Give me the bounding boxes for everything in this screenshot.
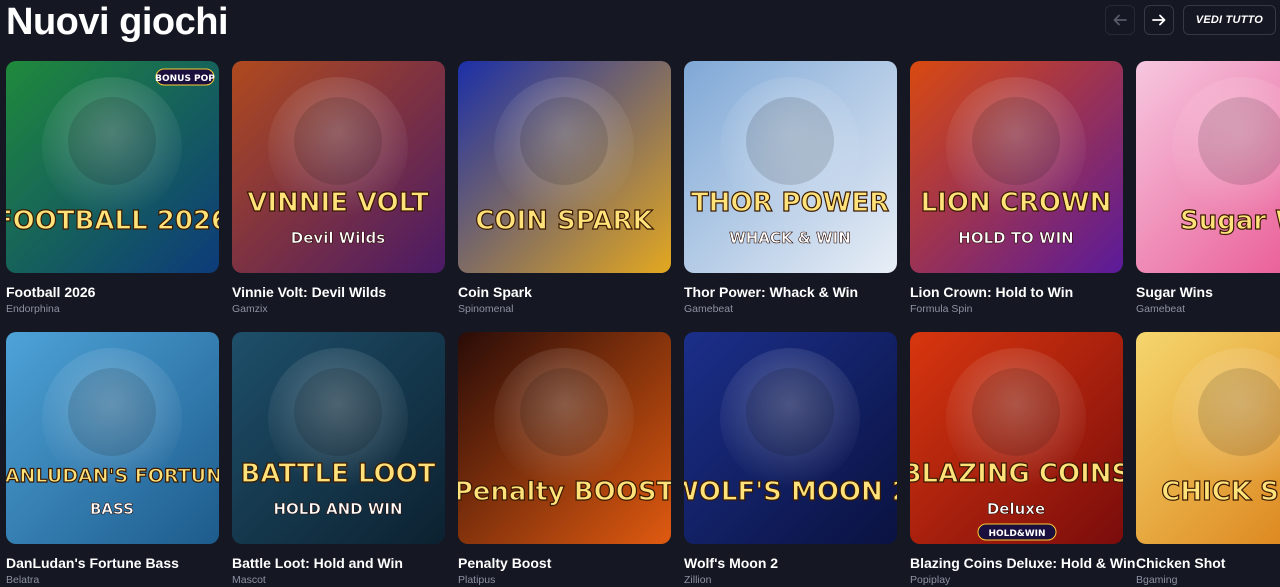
- game-title[interactable]: Wolf's Moon 2: [684, 554, 897, 572]
- game-artwork: LION CROWN HOLD TO WIN: [910, 61, 1123, 273]
- game-provider: Zillion: [684, 574, 712, 586]
- game-thumbnail[interactable]: LION CROWN HOLD TO WIN: [910, 61, 1123, 273]
- carousel-controls: VEDI TUTTO: [1104, 5, 1276, 35]
- carousel-next-button[interactable]: [1143, 5, 1174, 35]
- games-row: FOOTBALL 2026 BONUS POP Football 2026 En…: [6, 61, 1280, 316]
- game-card[interactable]: CHICK SHO Chicken Shot Bgaming: [1136, 332, 1280, 587]
- game-thumbnail[interactable]: WOLF'S MOON 2: [684, 332, 897, 544]
- game-thumbnail[interactable]: Sugar W: [1136, 61, 1280, 273]
- game-art-title: CHICK SHO: [1161, 477, 1280, 507]
- game-thumbnail[interactable]: VINNIE VOLT Devil Wilds: [232, 61, 445, 273]
- game-card[interactable]: BLAZING COINS Deluxe HOLD&WIN Blazing Co…: [910, 332, 1135, 587]
- game-title[interactable]: Battle Loot: Hold and Win: [232, 554, 445, 572]
- game-art-badge-text: BONUS POP: [155, 74, 215, 84]
- game-card[interactable]: LION CROWN HOLD TO WIN Lion Crown: Hold …: [910, 61, 1123, 316]
- game-art-title: DANLUDAN'S FORTUNE: [6, 465, 219, 487]
- game-art-title: WOLF'S MOON 2: [684, 477, 897, 507]
- game-art-title: FOOTBALL 2026: [6, 206, 219, 236]
- game-card[interactable]: WOLF'S MOON 2 Wolf's Moon 2 Zillion: [684, 332, 897, 587]
- game-artwork: BATTLE LOOT HOLD AND WIN: [232, 332, 445, 544]
- game-provider: Gamzix: [232, 303, 268, 315]
- game-provider: Endorphina: [6, 303, 60, 315]
- game-artwork: BLAZING COINS Deluxe HOLD&WIN: [910, 332, 1123, 544]
- game-art-title: LION CROWN: [921, 188, 1112, 218]
- game-title[interactable]: Lion Crown: Hold to Win: [910, 283, 1123, 301]
- game-art-title: THOR POWER: [691, 188, 889, 218]
- game-artwork: FOOTBALL 2026 BONUS POP: [6, 61, 219, 273]
- game-artwork: CHICK SHO: [1136, 332, 1280, 544]
- game-thumbnail[interactable]: BATTLE LOOT HOLD AND WIN: [232, 332, 445, 544]
- game-artwork: Penalty BOOST: [458, 332, 671, 544]
- game-art-title: Sugar W: [1180, 206, 1280, 236]
- game-title[interactable]: DanLudan's Fortune Bass: [6, 554, 219, 572]
- game-thumbnail[interactable]: Penalty BOOST: [458, 332, 671, 544]
- games-row: DANLUDAN'S FORTUNE BASS DanLudan's Fortu…: [6, 332, 1280, 587]
- arrow-left-icon: [1113, 14, 1127, 26]
- game-artwork: COIN SPARK: [458, 61, 671, 273]
- game-art-title: VINNIE VOLT: [247, 188, 429, 218]
- game-card[interactable]: THOR POWER WHACK & WIN Thor Power: Whack…: [684, 61, 897, 316]
- game-card[interactable]: VINNIE VOLT Devil Wilds Vinnie Volt: Dev…: [232, 61, 445, 316]
- game-provider: Belatra: [6, 574, 40, 586]
- game-thumbnail[interactable]: BLAZING COINS Deluxe HOLD&WIN: [910, 332, 1123, 544]
- game-title[interactable]: Sugar Wins: [1136, 283, 1280, 301]
- game-artwork: DANLUDAN'S FORTUNE BASS: [6, 332, 219, 544]
- game-art-subtitle: Deluxe: [987, 500, 1045, 518]
- game-card[interactable]: DANLUDAN'S FORTUNE BASS DanLudan's Fortu…: [6, 332, 219, 587]
- game-card[interactable]: COIN SPARK Coin Spark Spinomenal: [458, 61, 671, 316]
- game-art-subtitle: HOLD AND WIN: [273, 500, 402, 518]
- game-art-title: COIN SPARK: [475, 206, 653, 236]
- game-art-title: BATTLE LOOT: [241, 459, 436, 489]
- game-title[interactable]: Chicken Shot: [1136, 554, 1280, 572]
- game-provider: Bgaming: [1136, 574, 1178, 586]
- game-art-badge-text: HOLD&WIN: [988, 529, 1045, 539]
- game-art-subtitle: Devil Wilds: [291, 229, 385, 247]
- game-thumbnail[interactable]: COIN SPARK: [458, 61, 671, 273]
- game-provider: Gamebeat: [684, 303, 734, 315]
- game-provider: Gamebeat: [1136, 303, 1186, 315]
- game-card[interactable]: Sugar W Sugar Wins Gamebeat: [1136, 61, 1280, 316]
- game-thumbnail[interactable]: CHICK SHO: [1136, 332, 1280, 544]
- new-games-section: Nuovi giochi VEDI TUTTO FOOTBALL 2026 BO…: [0, 0, 1280, 587]
- game-art-subtitle: WHACK & WIN: [729, 229, 851, 247]
- game-provider: Spinomenal: [458, 303, 514, 315]
- game-thumbnail[interactable]: FOOTBALL 2026 BONUS POP: [6, 61, 219, 273]
- game-title[interactable]: Thor Power: Whack & Win: [684, 283, 897, 301]
- game-art-badge: BONUS POP: [155, 68, 215, 86]
- game-title[interactable]: Penalty Boost: [458, 554, 671, 572]
- game-thumbnail[interactable]: DANLUDAN'S FORTUNE BASS: [6, 332, 219, 544]
- game-art-subtitle: BASS: [90, 500, 134, 518]
- game-provider: Formula Spin: [910, 303, 973, 315]
- game-art-subtitle: HOLD TO WIN: [958, 229, 1073, 247]
- game-provider: Popiplay: [910, 574, 951, 586]
- game-card[interactable]: FOOTBALL 2026 BONUS POP Football 2026 En…: [6, 61, 219, 316]
- carousel-prev-button[interactable]: [1104, 5, 1135, 35]
- game-artwork: Sugar W: [1136, 61, 1280, 273]
- game-artwork: THOR POWER WHACK & WIN: [684, 61, 897, 273]
- arrow-right-icon: [1151, 14, 1166, 26]
- game-art-badge: HOLD&WIN: [977, 523, 1057, 541]
- game-thumbnail[interactable]: THOR POWER WHACK & WIN: [684, 61, 897, 273]
- game-provider: Platipus: [458, 574, 496, 586]
- section-header: Nuovi giochi VEDI TUTTO: [6, 0, 1280, 46]
- game-title[interactable]: Coin Spark: [458, 283, 671, 301]
- game-title[interactable]: Blazing Coins Deluxe: Hold & Win: [910, 554, 1135, 572]
- game-card[interactable]: BATTLE LOOT HOLD AND WIN Battle Loot: Ho…: [232, 332, 445, 587]
- see-all-button[interactable]: VEDI TUTTO: [1182, 5, 1276, 35]
- game-artwork: VINNIE VOLT Devil Wilds: [232, 61, 445, 273]
- game-art-title: BLAZING COINS: [910, 459, 1123, 489]
- game-title[interactable]: Football 2026: [6, 283, 219, 301]
- game-provider: Mascot: [232, 574, 266, 586]
- game-artwork: WOLF'S MOON 2: [684, 332, 897, 544]
- game-card[interactable]: Penalty BOOST Penalty Boost Platipus: [458, 332, 671, 587]
- game-art-title: Penalty BOOST: [458, 477, 671, 507]
- section-title: Nuovi giochi: [6, 1, 229, 43]
- game-title[interactable]: Vinnie Volt: Devil Wilds: [232, 283, 445, 301]
